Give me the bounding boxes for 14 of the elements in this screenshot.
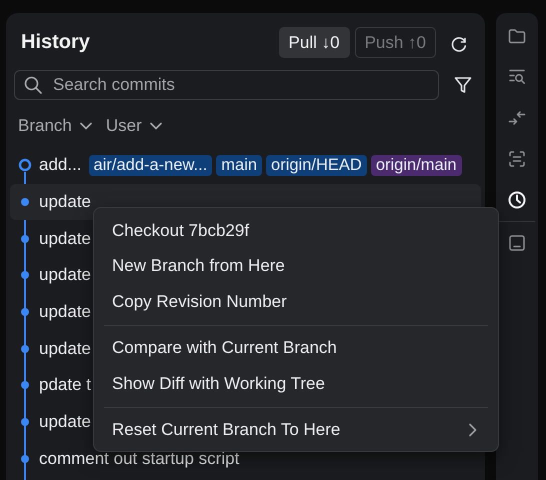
- branch-tag: origin/HEAD: [266, 154, 367, 176]
- commit-message: update: [39, 228, 91, 249]
- commit-message: update: [39, 192, 91, 212]
- commit-message: comment out startup script: [39, 448, 240, 469]
- branch-tag: air/add-a-new...: [88, 154, 212, 176]
- commit-message: update: [39, 412, 91, 432]
- commit-message: update: [39, 338, 91, 359]
- commit-message: pdate t: [39, 375, 91, 396]
- panel-title: History: [21, 31, 90, 54]
- commit-message: add...: [39, 155, 82, 176]
- commit-message: update: [39, 302, 91, 322]
- branch-tag: main: [216, 154, 262, 176]
- commit-message: update: [39, 265, 91, 286]
- branch-tag: origin/main: [370, 154, 462, 176]
